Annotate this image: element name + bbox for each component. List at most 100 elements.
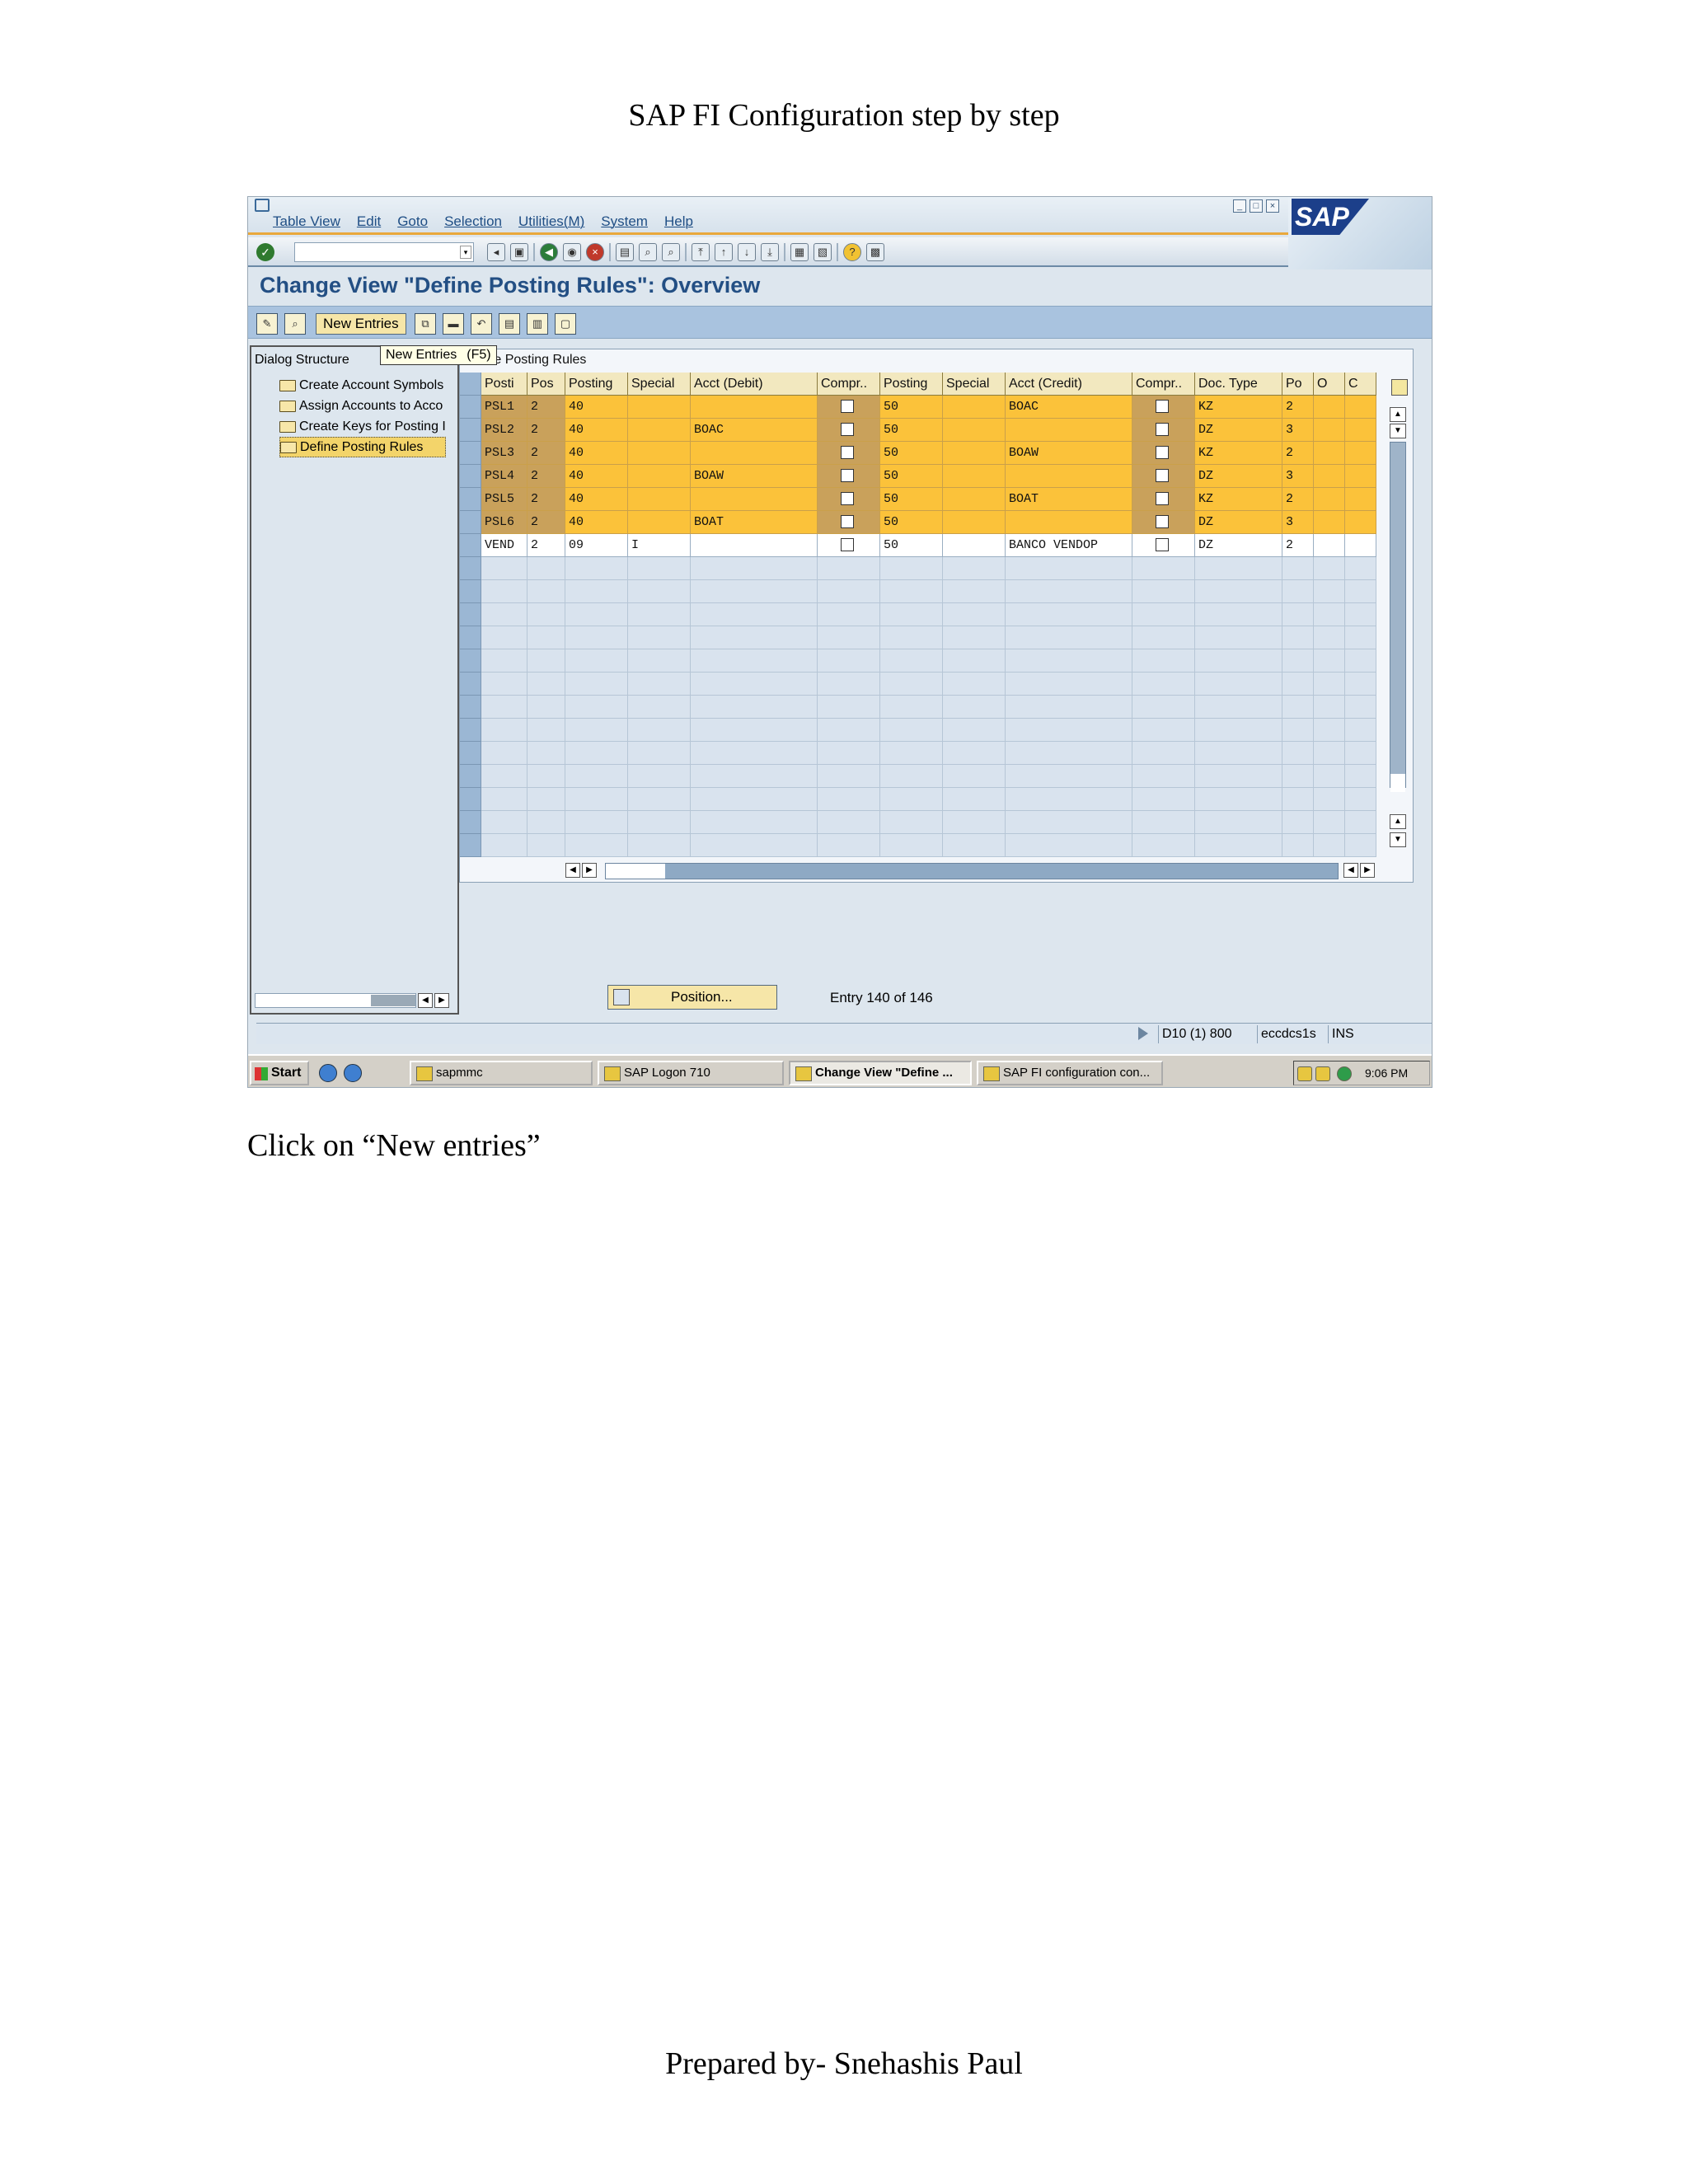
row-selector[interactable] (460, 442, 481, 465)
empty-cell[interactable] (1314, 788, 1345, 811)
table-cell[interactable]: 50 (880, 396, 943, 419)
empty-cell[interactable] (528, 788, 565, 811)
table-cell[interactable] (628, 465, 691, 488)
empty-cell[interactable] (691, 580, 818, 603)
empty-cell[interactable] (565, 649, 628, 673)
empty-cell[interactable] (481, 742, 528, 765)
column-header[interactable]: O (1314, 373, 1345, 396)
cancel-icon[interactable]: × (586, 243, 604, 261)
empty-cell[interactable] (528, 696, 565, 719)
empty-cell[interactable] (628, 834, 691, 857)
empty-cell[interactable] (628, 580, 691, 603)
column-header[interactable]: Acct (Credit) (1006, 373, 1132, 396)
empty-cell[interactable] (1314, 719, 1345, 742)
table-cell[interactable] (1314, 396, 1345, 419)
menu-help[interactable]: Help (664, 213, 693, 230)
empty-cell[interactable] (691, 765, 818, 788)
tray-status-icon[interactable] (1337, 1066, 1352, 1081)
empty-cell[interactable] (528, 673, 565, 696)
command-field[interactable]: ▾ (294, 242, 474, 262)
empty-cell[interactable] (628, 626, 691, 649)
table-cell[interactable]: PSL4 (481, 465, 528, 488)
empty-cell[interactable] (1132, 742, 1195, 765)
table-cell[interactable] (628, 396, 691, 419)
empty-cell[interactable] (1282, 580, 1314, 603)
empty-cell[interactable] (1282, 696, 1314, 719)
table-cell[interactable]: 2 (528, 442, 565, 465)
empty-cell[interactable] (1006, 788, 1132, 811)
scroll-thumb[interactable] (1390, 774, 1405, 792)
empty-cell[interactable] (1345, 603, 1376, 626)
column-header[interactable]: Special (628, 373, 691, 396)
compression-checkbox[interactable] (841, 515, 854, 529)
empty-cell[interactable] (628, 673, 691, 696)
empty-cell[interactable] (1282, 626, 1314, 649)
menu-utilities[interactable]: Utilities(M) (518, 213, 584, 230)
scroll-down-icon[interactable]: ▼ (1390, 424, 1406, 438)
empty-cell[interactable] (691, 626, 818, 649)
taskbar-item-sap-logon[interactable]: SAP Logon 710 (598, 1061, 784, 1085)
taskbar-item-sapmmc[interactable]: sapmmc (410, 1061, 593, 1085)
row-selector[interactable] (460, 511, 481, 534)
empty-cell[interactable] (1132, 580, 1195, 603)
empty-cell[interactable] (528, 649, 565, 673)
empty-cell[interactable] (1314, 765, 1345, 788)
empty-cell[interactable] (691, 788, 818, 811)
table-cell[interactable] (943, 511, 1006, 534)
minimize-icon[interactable]: _ (1233, 199, 1246, 213)
table-cell[interactable] (628, 488, 691, 511)
table-cell[interactable] (628, 419, 691, 442)
empty-cell[interactable] (481, 788, 528, 811)
compression-checkbox[interactable] (841, 423, 854, 437)
status-expand-icon[interactable] (1138, 1027, 1148, 1040)
table-cell[interactable]: 2 (1282, 442, 1314, 465)
empty-cell[interactable] (1345, 696, 1376, 719)
compression-checkbox[interactable] (1156, 515, 1169, 529)
maximize-icon[interactable]: □ (1250, 199, 1263, 213)
empty-cell[interactable] (1314, 834, 1345, 857)
empty-cell[interactable] (628, 765, 691, 788)
empty-cell[interactable] (943, 626, 1006, 649)
scroll-right-icon[interactable]: ▶ (434, 993, 449, 1008)
table-cell[interactable]: PSL5 (481, 488, 528, 511)
table-cell[interactable] (1345, 511, 1376, 534)
row-selector[interactable] (460, 834, 481, 857)
compression-checkbox[interactable] (841, 400, 854, 414)
empty-cell[interactable] (880, 696, 943, 719)
column-header[interactable]: Posting (565, 373, 628, 396)
table-cell[interactable] (943, 534, 1006, 557)
table-cell[interactable] (943, 442, 1006, 465)
tree-item-define-posting-rules[interactable]: Define Posting Rules (279, 437, 446, 457)
empty-cell[interactable] (565, 765, 628, 788)
table-cell[interactable]: DZ (1195, 511, 1282, 534)
table-cell[interactable]: 50 (880, 442, 943, 465)
empty-cell[interactable] (1006, 580, 1132, 603)
table-cell[interactable]: 40 (565, 465, 628, 488)
shortcut-icon[interactable]: ▧ (814, 243, 832, 261)
compression-cell[interactable] (1132, 511, 1195, 534)
table-cell[interactable]: PSL3 (481, 442, 528, 465)
table-cell[interactable]: 50 (880, 534, 943, 557)
empty-cell[interactable] (1314, 696, 1345, 719)
row-selector[interactable] (460, 557, 481, 580)
compression-cell[interactable] (1132, 465, 1195, 488)
empty-cell[interactable] (1132, 673, 1195, 696)
compression-checkbox[interactable] (841, 538, 854, 552)
empty-cell[interactable] (1195, 557, 1282, 580)
compression-checkbox[interactable] (1156, 469, 1169, 483)
table-cell[interactable]: 50 (880, 419, 943, 442)
empty-cell[interactable] (565, 580, 628, 603)
table-cell[interactable] (1345, 465, 1376, 488)
table-cell[interactable] (1006, 465, 1132, 488)
empty-cell[interactable] (1195, 765, 1282, 788)
empty-cell[interactable] (1132, 719, 1195, 742)
table-cell[interactable]: BOAT (691, 511, 818, 534)
compression-cell[interactable] (818, 396, 880, 419)
empty-cell[interactable] (818, 626, 880, 649)
row-selector[interactable] (460, 534, 481, 557)
next-page-icon[interactable]: ↓ (738, 243, 756, 261)
scroll-right-icon[interactable]: ▶ (1360, 863, 1375, 878)
previous-page-icon[interactable]: ↑ (715, 243, 733, 261)
table-cell[interactable]: 2 (1282, 534, 1314, 557)
empty-cell[interactable] (880, 719, 943, 742)
